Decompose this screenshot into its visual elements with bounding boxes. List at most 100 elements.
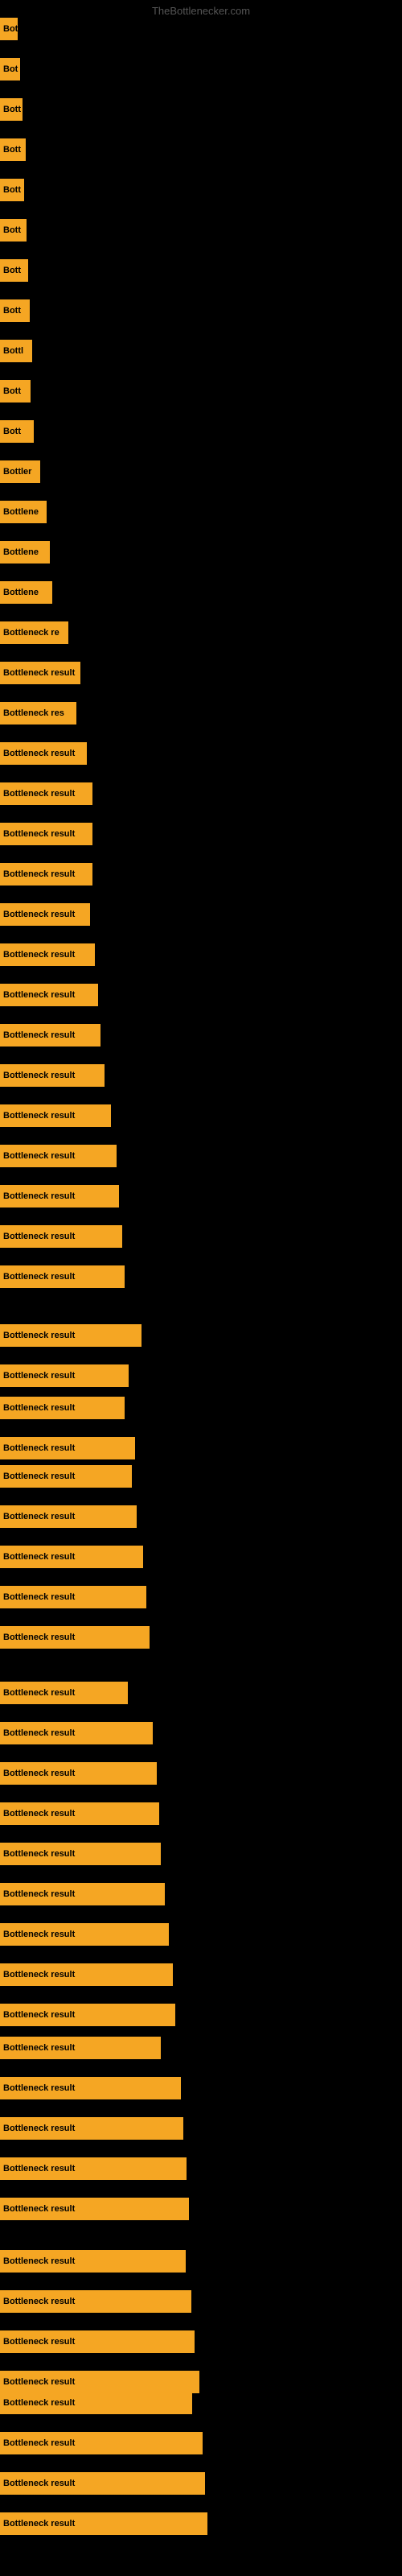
bottleneck-bar: Bottleneck result [0,863,92,886]
bar-item: Bottlene [0,541,50,564]
bottleneck-bar: Bottleneck result [0,742,87,765]
bar-item: Bott [0,380,31,402]
bottleneck-bar: Bottleneck result [0,1963,173,1986]
bar-item: Bottleneck result [0,1682,128,1704]
bottleneck-bar: Bottleneck result [0,2117,183,2140]
bar-item: Bott [0,420,34,443]
bottleneck-bar: Bottleneck result [0,1802,159,1825]
bar-item: Bottleneck result [0,1324,142,1347]
bottleneck-bar: Bott [0,380,31,402]
bottleneck-bar: Bottleneck result [0,2077,181,2099]
bar-item: Bottl [0,340,32,362]
bottleneck-bar: Bottleneck result [0,2198,189,2220]
bar-item: Bottleneck result [0,1185,119,1208]
bottleneck-bar: Bottleneck result [0,903,90,926]
bottleneck-bar: Bottleneck result [0,782,92,805]
bottleneck-bar: Bottleneck result [0,1064,105,1087]
bottleneck-bar: Bottleneck result [0,984,98,1006]
bottleneck-bar: Bottleneck re [0,621,68,644]
bar-item: Bottleneck result [0,2371,199,2393]
bottleneck-bar: Bottleneck result [0,2392,192,2414]
bar-item: Bottleneck result [0,2330,195,2353]
bar-item: Bottleneck result [0,1225,122,1248]
bar-item: Bottleneck result [0,1722,153,1744]
bar-item: Bottleneck result [0,742,87,765]
bottleneck-bar: Bott [0,299,30,322]
bar-item: Bot [0,58,20,80]
bar-item: Bottleneck result [0,1923,169,1946]
bar-item: Bottleneck result [0,2157,187,2180]
bar-item: Bottleneck result [0,2004,175,2026]
bottleneck-bar: Bott [0,219,27,242]
site-title: TheBottlenecker.com [152,5,250,17]
bottleneck-bar: Bottlene [0,541,50,564]
bottleneck-bar: Bottleneck result [0,1145,117,1167]
bottleneck-bar: Bottleneck result [0,2330,195,2353]
bar-item: Bottleneck result [0,2077,181,2099]
bottleneck-bar: Bott [0,179,24,201]
bar-item: Bottleneck result [0,2198,189,2220]
bottleneck-bar: Bottleneck result [0,2432,203,2454]
bar-item: Bottleneck result [0,1802,159,1825]
bar-item: Bott [0,219,27,242]
bottleneck-bar: Bottleneck result [0,1465,132,1488]
bottleneck-bar: Bottleneck result [0,1324,142,1347]
bottleneck-bar: Bot [0,18,18,40]
bottleneck-bar: Bottleneck result [0,1843,161,1865]
bar-item: Bott [0,179,24,201]
bar-item: Bottleneck result [0,1843,161,1865]
bar-item: Bottleneck result [0,903,90,926]
bar-item: Bottleneck result [0,1505,137,1528]
bar-item: Bottler [0,460,40,483]
bottleneck-bar: Bottleneck result [0,823,92,845]
bar-item: Bottleneck result [0,2392,192,2414]
bottleneck-bar: Bottleneck result [0,1762,157,1785]
bottleneck-bar: Bottleneck result [0,1505,137,1528]
bar-item: Bottleneck result [0,1397,125,1419]
bottleneck-bar: Bottleneck result [0,2472,205,2495]
bottleneck-bar: Bottleneck result [0,2037,161,2059]
bar-item: Bottleneck result [0,1963,173,1986]
bottleneck-bar: Bottleneck result [0,1883,165,1905]
bar-item: Bott [0,299,30,322]
bottleneck-bar: Bottler [0,460,40,483]
bar-item: Bottleneck result [0,1064,105,1087]
bottleneck-bar: Bottleneck result [0,1437,135,1459]
bar-item: Bottleneck result [0,1364,129,1387]
bottleneck-bar: Bott [0,138,26,161]
bottleneck-bar: Bot [0,58,20,80]
bottleneck-bar: Bott [0,98,23,121]
bar-item: Bottleneck result [0,2037,161,2059]
bottleneck-bar: Bottleneck result [0,1364,129,1387]
bar-item: Bottleneck result [0,823,92,845]
bar-item: Bott [0,138,26,161]
bottleneck-bar: Bottleneck result [0,1397,125,1419]
bar-item: Bottleneck result [0,2432,203,2454]
bar-item: Bottleneck re [0,621,68,644]
bar-item: Bott [0,98,23,121]
bar-item: Bottleneck result [0,1626,150,1649]
bottleneck-bar: Bottleneck result [0,2250,186,2273]
bottleneck-bar: Bottleneck result [0,1546,143,1568]
bar-item: Bottleneck result [0,1024,100,1046]
bottleneck-bar: Bottleneck result [0,1265,125,1288]
bottleneck-bar: Bottl [0,340,32,362]
bottleneck-bar: Bottleneck result [0,2512,207,2535]
bar-item: Bottleneck result [0,1546,143,1568]
bar-item: Bottlene [0,581,52,604]
bottleneck-bar: Bottlene [0,581,52,604]
bottleneck-bar: Bottleneck result [0,1104,111,1127]
bottleneck-bar: Bottleneck result [0,1586,146,1608]
bottleneck-bar: Bottleneck result [0,2290,191,2313]
bottleneck-bar: Bottleneck result [0,2157,187,2180]
bar-item: Bottleneck result [0,943,95,966]
bottleneck-bar: Bottlene [0,501,47,523]
bar-item: Bottleneck result [0,984,98,1006]
bar-item: Bottleneck result [0,2250,186,2273]
bottleneck-bar: Bottleneck result [0,943,95,966]
bar-item: Bottleneck result [0,1265,125,1288]
bar-item: Bottleneck result [0,2290,191,2313]
bar-item: Bottleneck result [0,2117,183,2140]
bar-item: Bottleneck result [0,1145,117,1167]
bar-item: Bottleneck result [0,2472,205,2495]
